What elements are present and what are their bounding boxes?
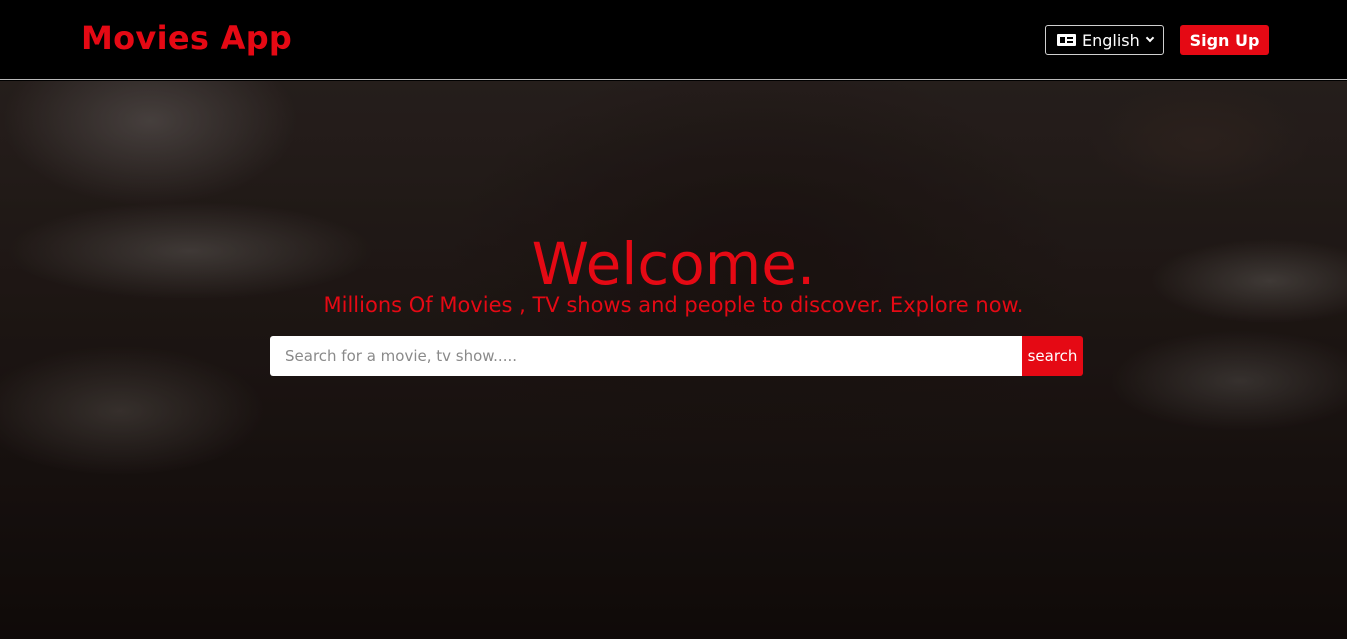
hero-content: Welcome. Millions Of Movies , TV shows a… — [0, 81, 1347, 639]
navbar: Movies App English Sign Up — [0, 0, 1347, 80]
language-select[interactable]: English — [1045, 25, 1164, 55]
hero-title: Welcome. — [531, 230, 816, 298]
search-input[interactable] — [270, 336, 1022, 376]
search-bar: search — [270, 336, 1083, 376]
language-label: English — [1082, 30, 1140, 50]
chevron-down-icon — [1145, 33, 1155, 43]
signup-button[interactable]: Sign Up — [1180, 25, 1269, 55]
brand-logo[interactable]: Movies App — [81, 19, 292, 57]
hero-banner: Welcome. Millions Of Movies , TV shows a… — [0, 81, 1347, 639]
search-button[interactable]: search — [1022, 336, 1083, 376]
hero-subtitle: Millions Of Movies , TV shows and people… — [323, 293, 1024, 317]
language-icon — [1057, 34, 1076, 46]
